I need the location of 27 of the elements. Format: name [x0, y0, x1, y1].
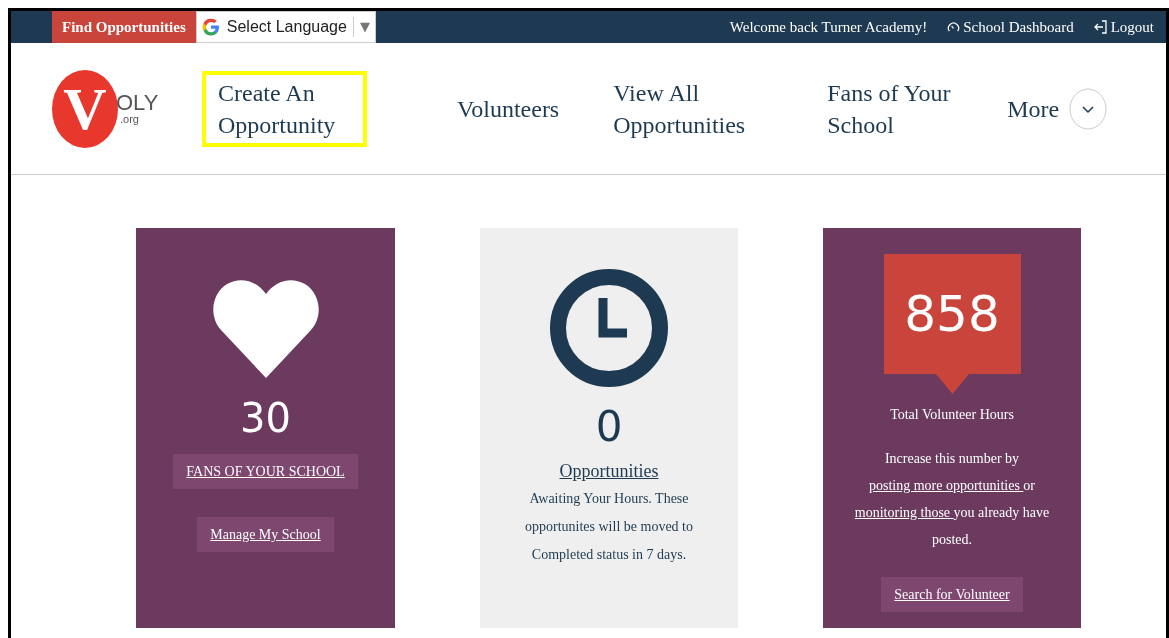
gauge-icon: [947, 20, 961, 34]
hours-caption: Total Volunteer Hours: [890, 406, 1014, 424]
opportunities-link[interactable]: Opportunities: [559, 458, 659, 485]
inline-link[interactable]: posting more opportunities: [868, 478, 1024, 493]
welcome-text: Welcome back Turner Academy!: [729, 17, 928, 37]
awaiting-hours-text: Awaiting Your Hours. These opportunites will be moved to Completed status in 7 days.: [524, 490, 694, 564]
find-opportunities-button[interactable]: Find Opportunities: [52, 11, 196, 43]
more-menu-button[interactable]: More: [1007, 87, 1108, 130]
nav-link[interactable]: Fans of Your School: [811, 70, 988, 147]
language-select[interactable]: Select Language ▼: [195, 11, 376, 43]
inline-link[interactable]: monitoring those: [854, 505, 954, 520]
hours-count: 858: [904, 289, 1000, 339]
fans-count: 30: [240, 398, 291, 438]
nav-link[interactable]: Create An Opportunity: [202, 70, 367, 147]
card-button[interactable]: FANS OF YOUR SCHOOL: [173, 454, 358, 489]
nav-link[interactable]: View All Opportunities: [597, 70, 798, 147]
opportunities-count: 0: [595, 406, 623, 448]
card-button[interactable]: Manage My School: [197, 517, 334, 552]
clock-icon: [549, 268, 669, 388]
chevron-down-icon: [1069, 87, 1108, 130]
google-icon: [200, 17, 221, 37]
logout-link[interactable]: Logout: [1093, 11, 1154, 43]
exit-arrow-icon: [1093, 20, 1108, 34]
search-volunteer-button[interactable]: Search for Volunteer: [881, 577, 1023, 612]
increase-hours-text: Increase this number by posting more opportunities or monitoring those you already have posted.: [853, 450, 1051, 549]
nav-link[interactable]: Volunteers: [441, 86, 576, 131]
dashboard-link[interactable]: School Dashboard: [947, 11, 1074, 43]
